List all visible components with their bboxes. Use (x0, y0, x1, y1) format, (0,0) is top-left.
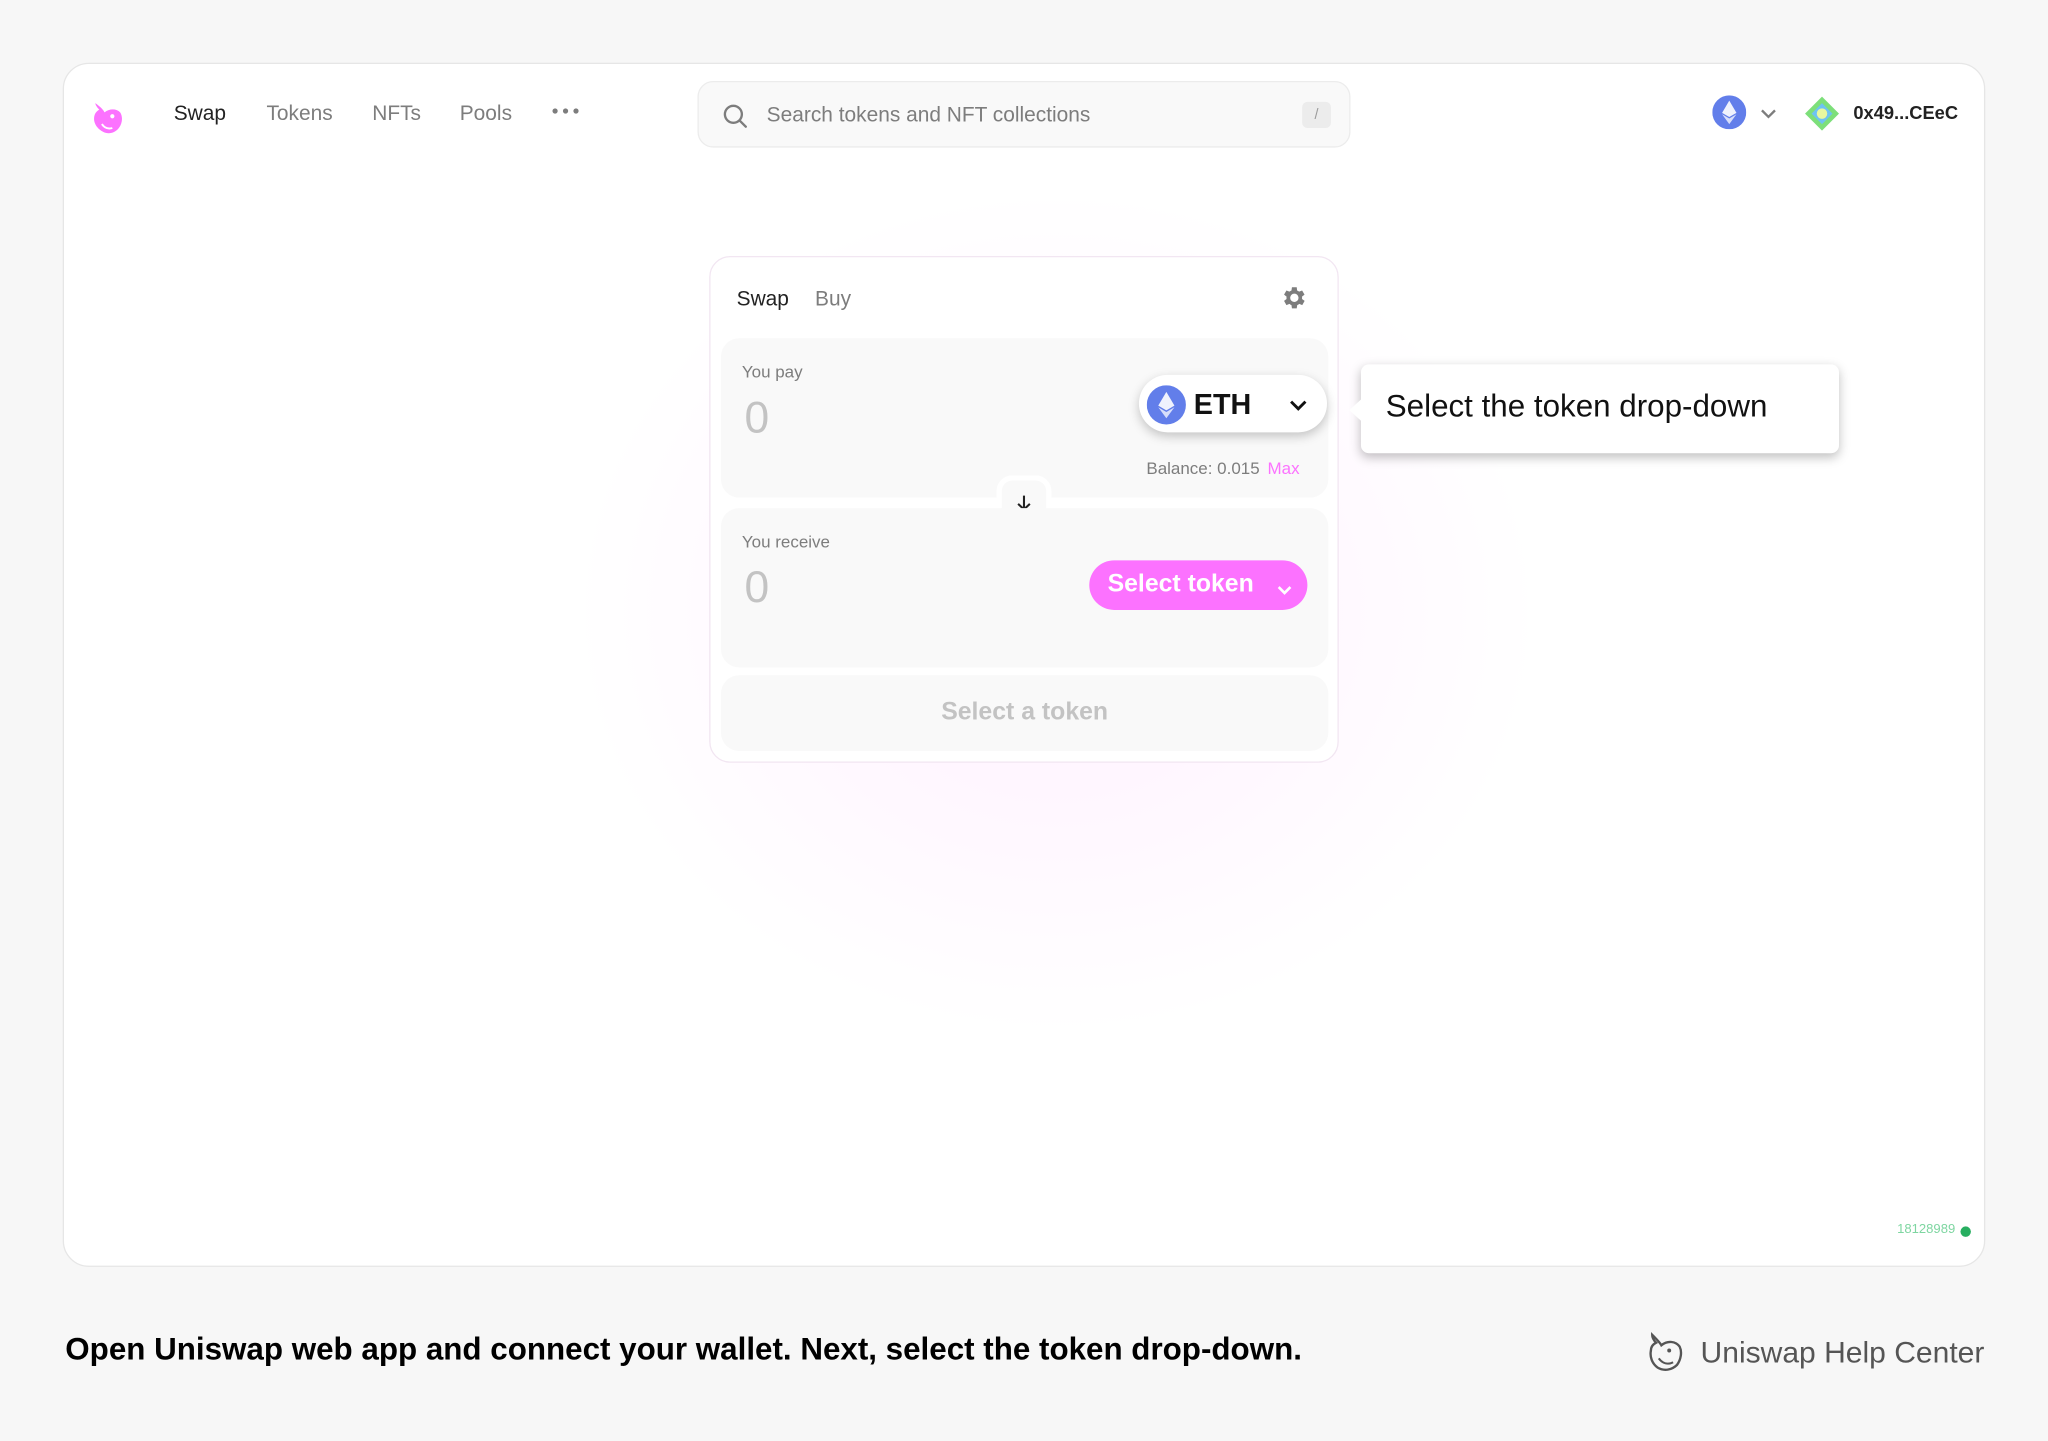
ethereum-icon (1712, 95, 1747, 130)
tooltip-callout: Select the token drop-down (1349, 364, 1839, 454)
instruction-caption: Open Uniswap web app and connect your wa… (65, 1332, 1302, 1368)
search-icon (722, 103, 748, 129)
select-token-button[interactable]: Select token (1089, 560, 1308, 610)
search-input[interactable] (764, 100, 1292, 132)
callout-pointer (1349, 398, 1363, 422)
select-a-token-button[interactable]: Select a token (720, 675, 1329, 752)
pay-token-symbol: ETH (1193, 387, 1252, 421)
uniswap-unicorn-icon (1640, 1327, 1690, 1377)
gear-icon[interactable] (1280, 283, 1309, 312)
app-window: Swap Tokens NFTs Pools / (62, 62, 1986, 1267)
pay-token-dropdown[interactable]: ETH (1138, 374, 1327, 433)
nav-pools[interactable]: Pools (460, 102, 512, 128)
nav-swap[interactable]: Swap (174, 102, 226, 128)
pay-balance: Balance: 0.015 Max (1146, 458, 1299, 478)
block-number[interactable]: 18128989 (1897, 1223, 1955, 1237)
more-horizontal-icon[interactable] (550, 98, 581, 124)
status-dot-icon (1960, 1226, 1971, 1237)
pay-label: You pay (741, 361, 803, 382)
balance-text: Balance: 0.015 (1146, 458, 1260, 479)
max-button[interactable]: Max (1267, 458, 1299, 478)
chevron-down-icon (1759, 104, 1777, 122)
uniswap-logo-icon[interactable] (85, 95, 129, 139)
wallet-avatar-icon (1804, 95, 1841, 132)
help-center-brand[interactable]: Uniswap Help Center (1701, 1335, 1985, 1370)
network-selector[interactable] (1712, 95, 1785, 132)
ethereum-icon (1146, 385, 1186, 425)
pay-panel: You pay ETH Balance: 0.015M (720, 338, 1329, 498)
account-button[interactable]: 0x49...CEeC (1804, 93, 1974, 135)
swap-card: Swap Buy You pay 0 ETH Balance: 0.015 Ma… (709, 255, 1339, 763)
tab-buy[interactable]: Buy (815, 287, 851, 313)
search-bar[interactable]: / (697, 80, 1351, 148)
nav-nfts[interactable]: NFTs (372, 102, 421, 128)
callout-text: Select the token drop-down (1385, 389, 1768, 425)
search-shortcut-key: / (1302, 101, 1331, 128)
pay-amount-input[interactable] (741, 390, 1009, 446)
receive-label: You receive (741, 531, 830, 552)
select-token-label: Select token (1107, 570, 1254, 599)
receive-amount-input[interactable] (741, 560, 1009, 616)
chevron-down-icon (1276, 577, 1293, 595)
tab-swap[interactable]: Swap (737, 287, 789, 313)
chevron-down-icon (1288, 394, 1309, 415)
nav-tokens[interactable]: Tokens (266, 102, 332, 128)
receive-panel: You receive Select token (720, 508, 1329, 668)
account-address: 0x49...CEeC (1853, 101, 1959, 123)
